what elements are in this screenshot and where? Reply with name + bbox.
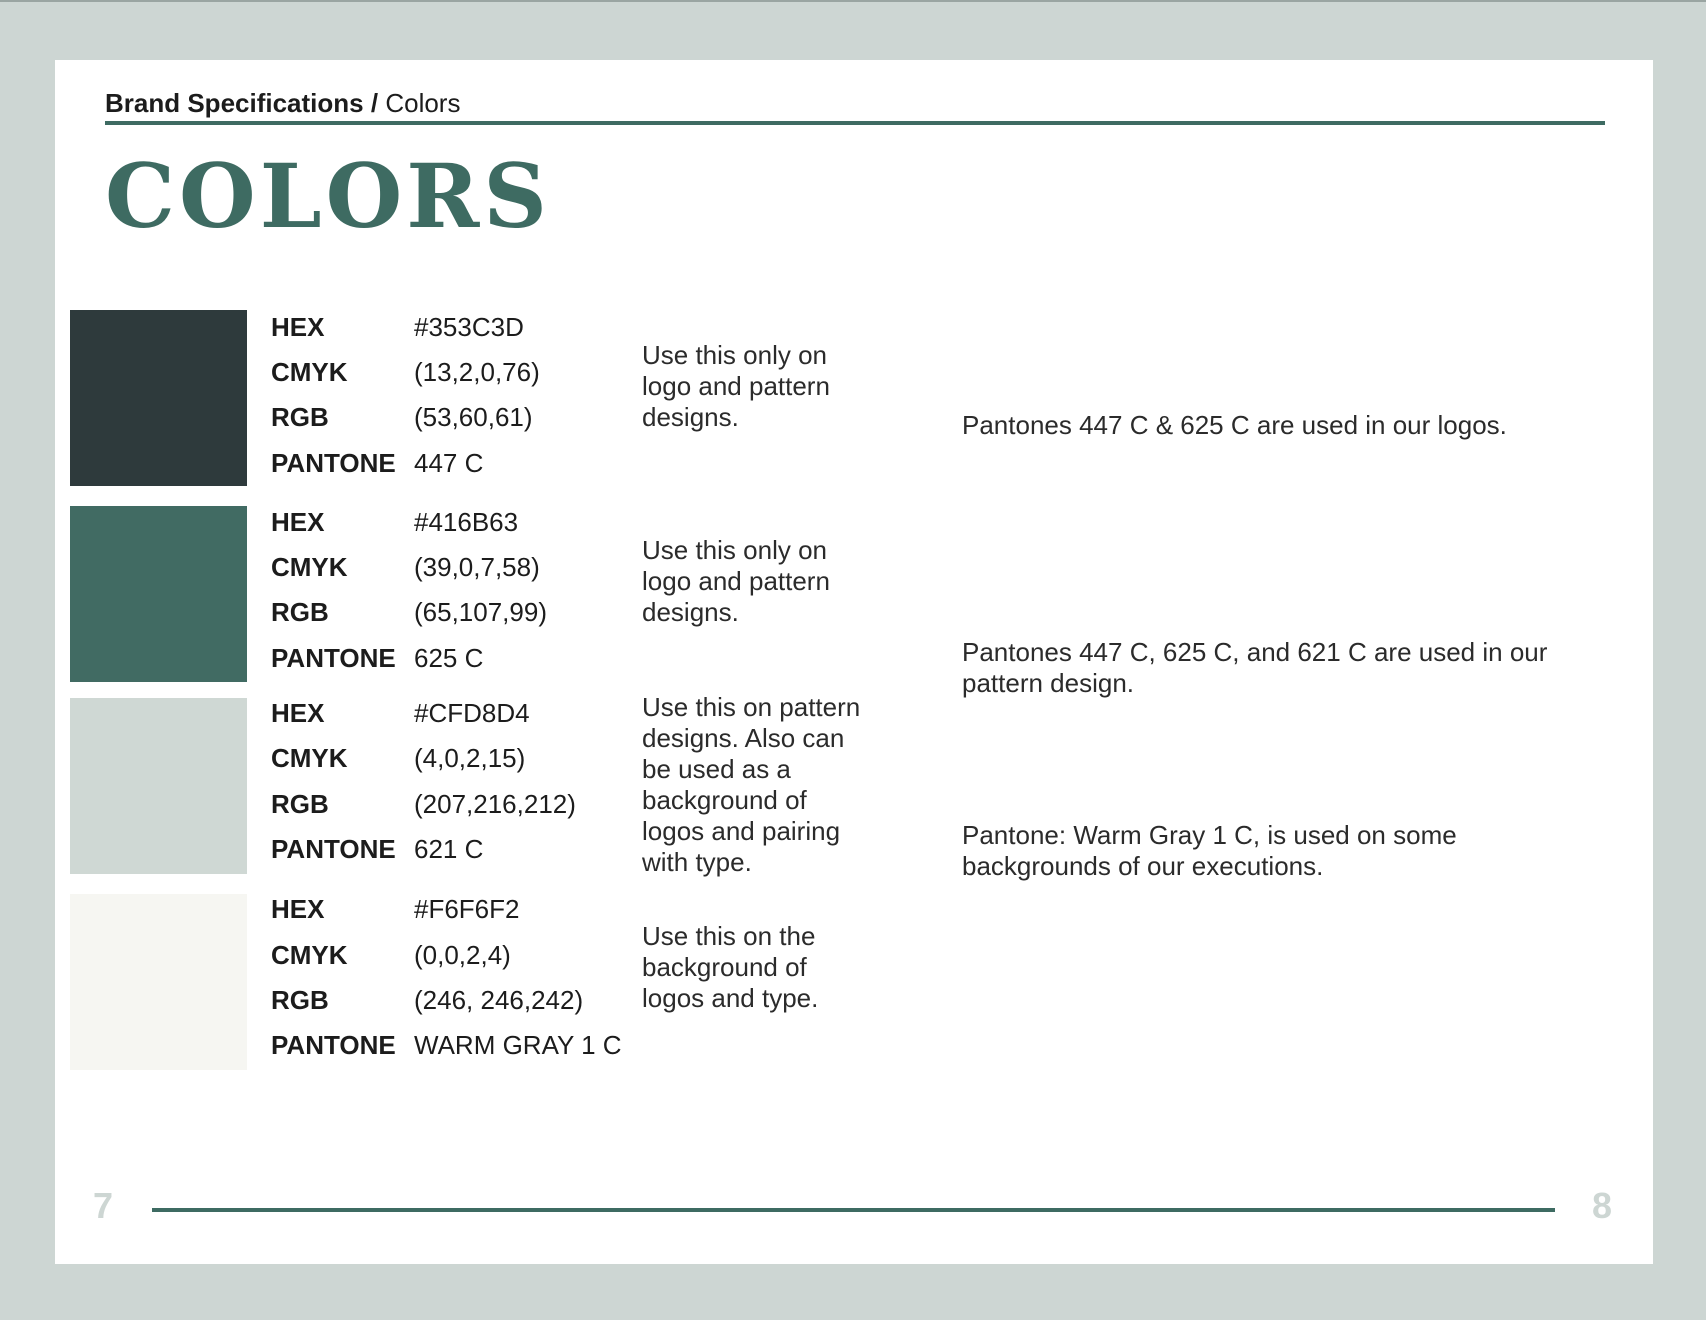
color-swatch-2 [70,506,247,682]
spec-label: PANTONE [271,834,396,864]
spec-label: RGB [271,789,329,819]
breadcrumb: Brand Specifications / Colors [105,90,460,116]
page-number-right: 8 [1592,1185,1613,1226]
spec-label: HEX [271,312,325,342]
usage-note-4: Use this on the background of logos and … [642,921,819,1013]
color-swatch-1 [70,310,247,486]
page-number-left: 7 [93,1185,114,1226]
spec-label: PANTONE [271,643,396,673]
color-swatch-3 [70,698,247,874]
spec-value-hex: #CFD8D4 [414,698,530,728]
breadcrumb-section: Brand Specifications [105,88,364,118]
spec-value-pantone: 447 C [414,448,484,478]
page-title: COLORS [105,144,551,248]
spec-value-cmyk: (0,0,2,4) [414,940,511,970]
breadcrumb-subsection: Colors [385,88,461,118]
spec-value-cmyk: (13,2,0,76) [414,357,540,387]
spec-label: RGB [271,597,329,627]
spec-value-cmyk: (39,0,7,58) [414,552,540,582]
top-border [0,0,1706,2]
spec-value-rgb: (65,107,99) [414,597,547,627]
spec-label: CMYK [271,552,348,582]
usage-note-1: Use this only on logo and pattern design… [642,340,830,432]
spec-label: PANTONE [271,1030,396,1060]
pantone-note-backgrounds: Pantone: Warm Gray 1 C, is used on some … [962,820,1457,881]
spec-value-rgb: (53,60,61) [414,402,533,432]
pantone-note-pattern: Pantones 447 C, 625 C, and 621 C are use… [962,637,1548,698]
header-divider [105,121,1605,125]
pantone-note-logos: Pantones 447 C & 625 C are used in our l… [962,410,1507,440]
spec-label: CMYK [271,357,348,387]
spec-label: RGB [271,985,329,1015]
footer-divider [152,1208,1555,1212]
spec-label: RGB [271,402,329,432]
spec-value-pantone: 621 C [414,834,484,864]
color-swatch-4 [70,894,247,1070]
spec-label: HEX [271,894,325,924]
spec-value-cmyk: (4,0,2,15) [414,743,526,773]
usage-note-2: Use this only on logo and pattern design… [642,535,830,627]
spec-value-rgb: (207,216,212) [414,789,576,819]
spec-label: CMYK [271,743,348,773]
spec-label: CMYK [271,940,348,970]
spec-value-pantone: 625 C [414,643,484,673]
spec-value-hex: #416B63 [414,507,519,537]
document-page: Brand Specifications / Colors COLORS HEX… [55,60,1653,1264]
spec-label: HEX [271,698,325,728]
usage-note-3: Use this on pattern designs. Also can be… [642,692,861,877]
spec-value-hex: #353C3D [414,312,524,342]
spec-value-pantone: WARM GRAY 1 C [414,1030,622,1060]
spec-label: HEX [271,507,325,537]
breadcrumb-separator: / [370,88,379,118]
spec-value-hex: #F6F6F2 [414,894,520,924]
spec-label: PANTONE [271,448,396,478]
spec-value-rgb: (246, 246,242) [414,985,584,1015]
